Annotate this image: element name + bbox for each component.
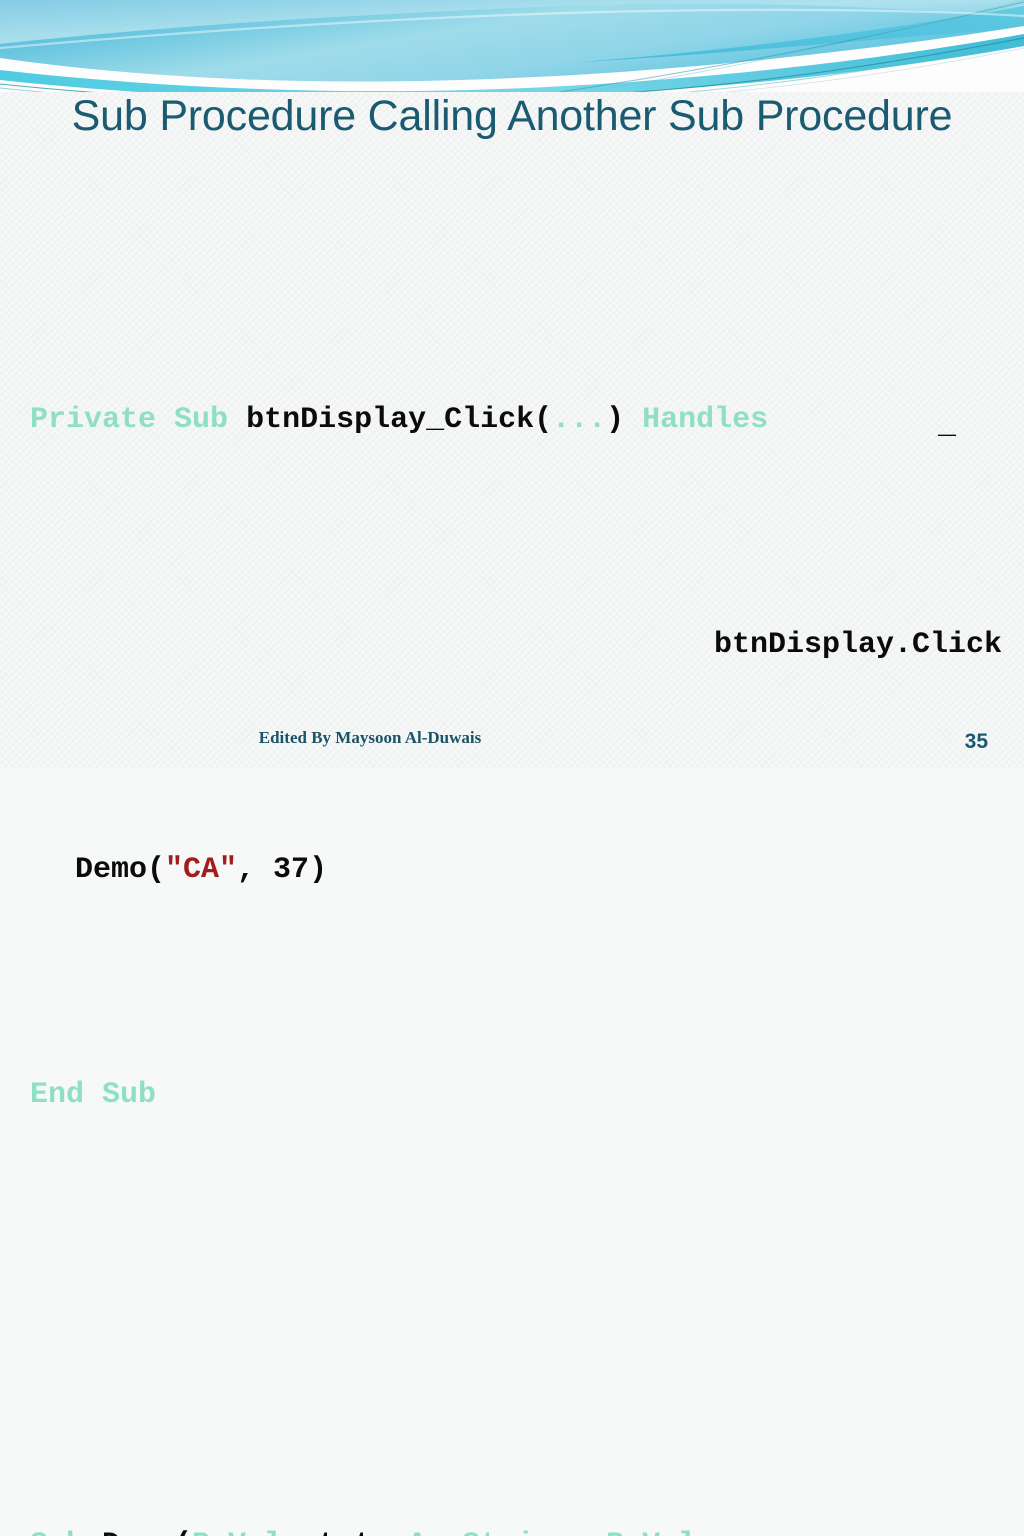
slide-canvas: Sub Procedure Calling Another Sub Proced… xyxy=(0,0,1024,1536)
code-line-1: Private Sub btnDisplay_Click(...) Handle… xyxy=(30,398,1002,443)
paren-close: ) xyxy=(606,403,643,437)
code-line-6: Sub Demo(ByVal state As String, ByVal po… xyxy=(30,1523,1002,1536)
proc-name-demo: Demo( xyxy=(84,1528,192,1536)
code-line-4: End Sub xyxy=(30,1073,1002,1118)
page-number: 35 xyxy=(964,730,988,753)
ellipsis-args: ... xyxy=(552,403,607,437)
code-line-3: Demo("CA", 37) xyxy=(30,848,1002,893)
param-state: state xyxy=(282,1528,408,1536)
keyword-private: Private xyxy=(30,403,157,437)
handles-event: btnDisplay.Click xyxy=(713,628,1002,662)
keyword-byval-2: ByVal xyxy=(606,1528,696,1536)
footer-credit: Edited By Maysoon Al-Duwais xyxy=(258,728,482,747)
string-literal-ca: "CA" xyxy=(165,853,238,887)
code-block: Private Sub btnDisplay_Click(...) Handle… xyxy=(30,218,1002,1536)
paren-close: ) xyxy=(309,853,328,887)
keyword-sub: Sub xyxy=(30,1528,84,1536)
line-continuation-underscore: _ xyxy=(938,409,957,443)
handler-name: btnDisplay_Click( xyxy=(228,403,553,437)
keyword-as-1: As xyxy=(408,1528,444,1536)
keyword-sub: Sub xyxy=(174,403,229,437)
param-pop: pop xyxy=(696,1528,786,1536)
keyword-end-sub: End Sub xyxy=(30,1078,157,1112)
header-banner-decoration xyxy=(0,0,1024,92)
type-string: String xyxy=(462,1528,570,1536)
keyword-handles: Handles xyxy=(642,403,769,437)
code-line-2: btnDisplay.Click xyxy=(30,623,1002,668)
call-demo: Demo( xyxy=(75,853,166,887)
keyword-byval-1: ByVal xyxy=(192,1528,282,1536)
line-continuation-underscore: _ xyxy=(908,1527,926,1536)
numeric-literal-37: 37 xyxy=(273,853,310,887)
arg-separator: , xyxy=(237,853,274,887)
slide-title: Sub Procedure Calling Another Sub Proced… xyxy=(71,92,953,140)
param-separator: , xyxy=(570,1528,606,1536)
